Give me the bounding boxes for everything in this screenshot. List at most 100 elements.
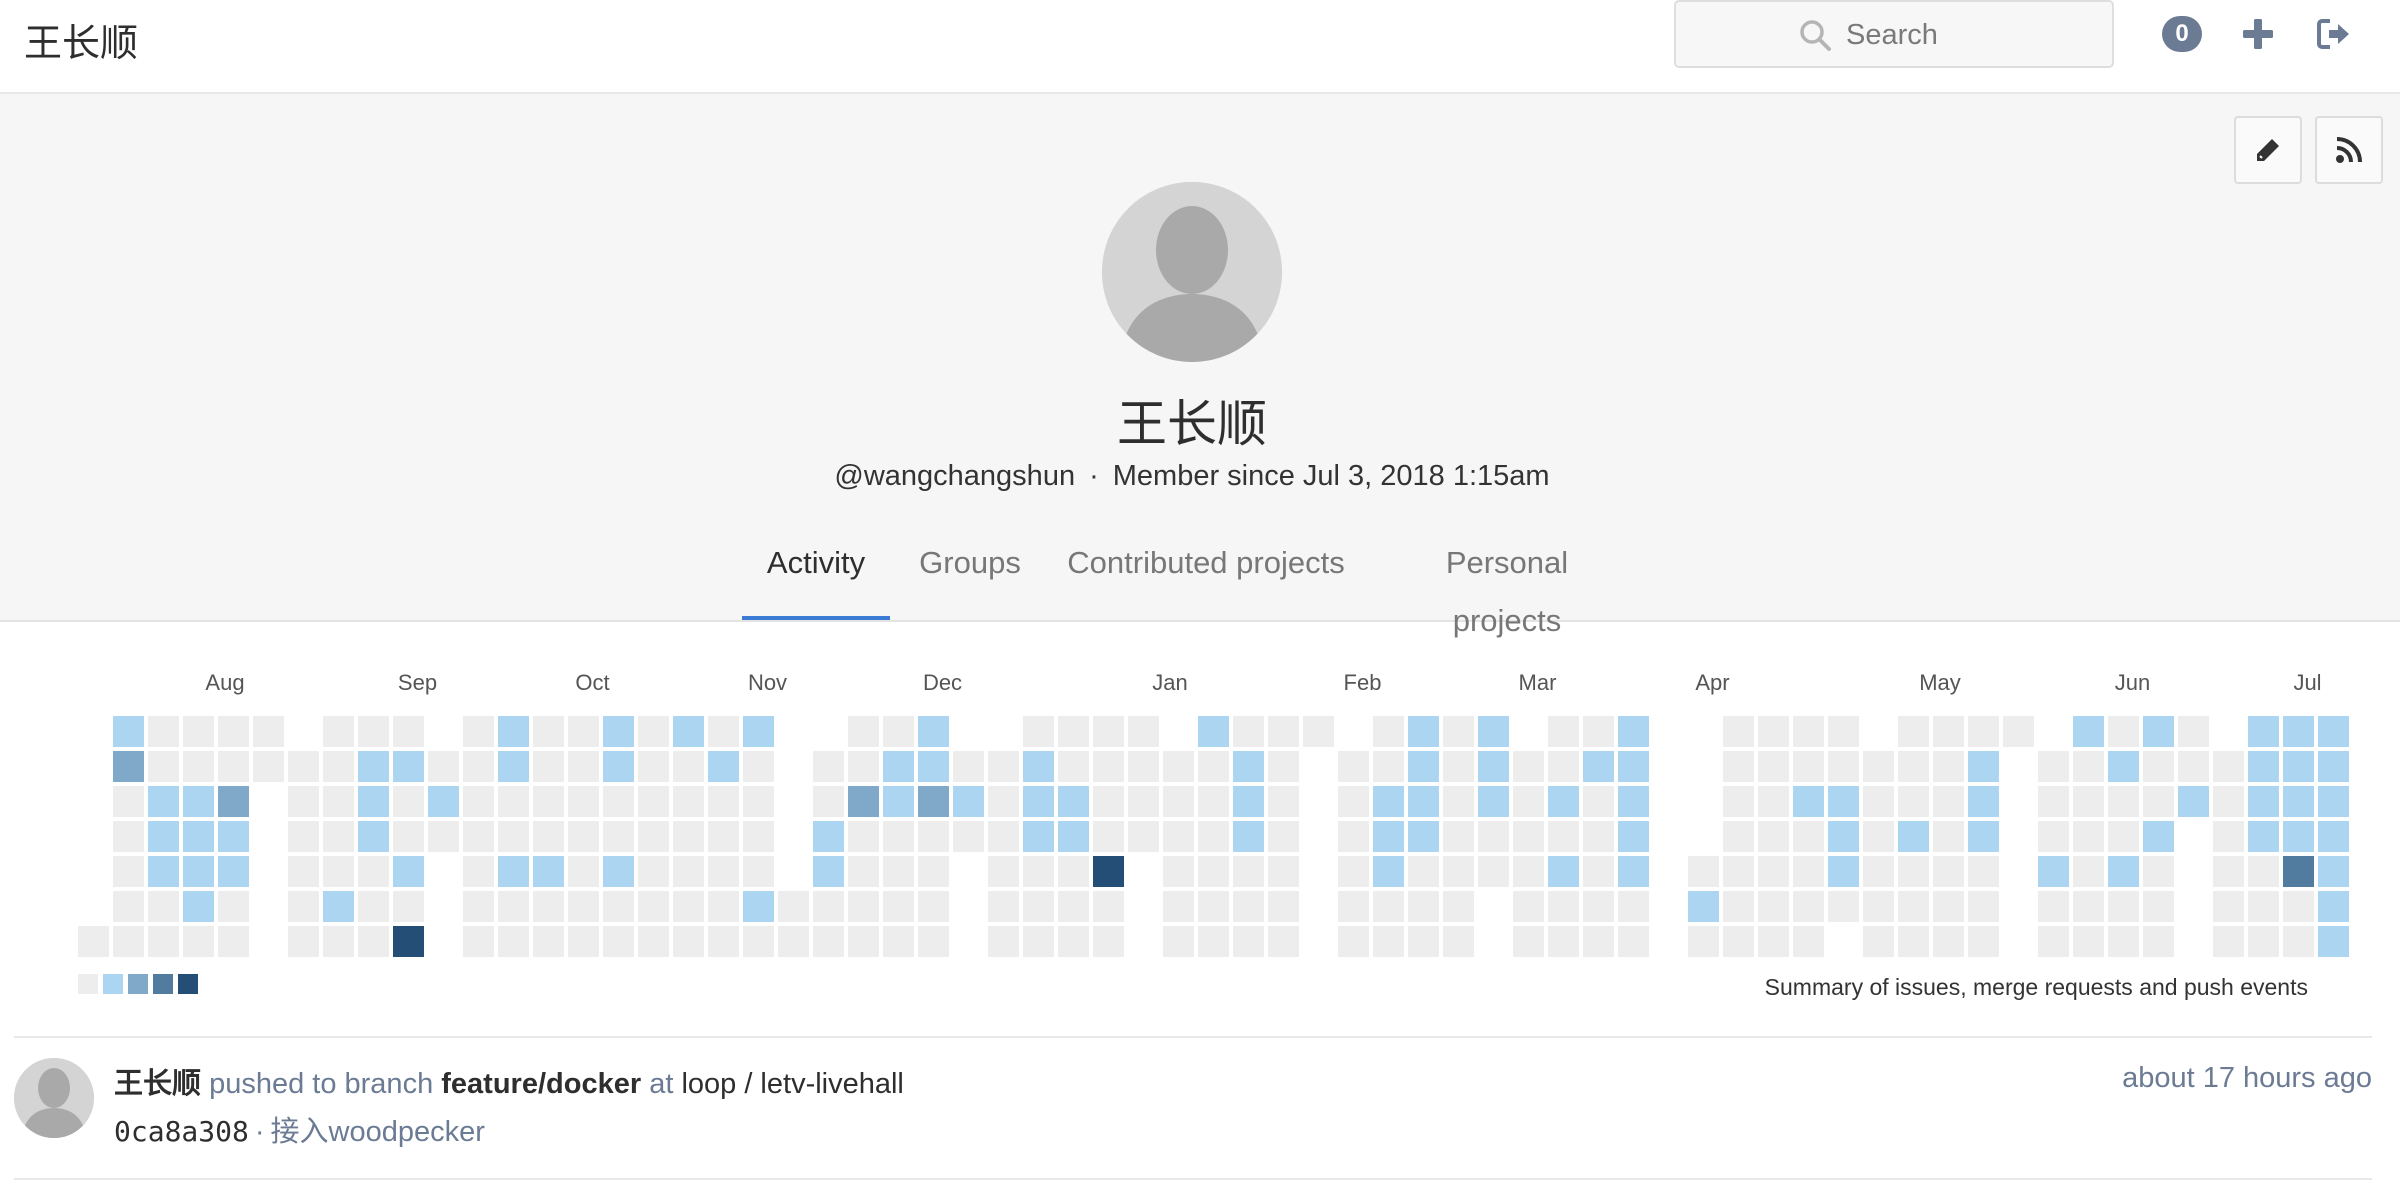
calendar-day-cell[interactable]: [463, 891, 494, 922]
calendar-day-cell[interactable]: [1128, 751, 1159, 782]
calendar-day-cell[interactable]: [498, 856, 529, 887]
calendar-day-cell[interactable]: [848, 891, 879, 922]
calendar-day-cell[interactable]: [2318, 821, 2349, 852]
calendar-day-cell[interactable]: [1443, 821, 1474, 852]
calendar-day-cell[interactable]: [1898, 751, 1929, 782]
calendar-day-cell[interactable]: [1478, 751, 1509, 782]
calendar-day-cell[interactable]: [2318, 856, 2349, 887]
calendar-day-cell[interactable]: [183, 786, 214, 817]
calendar-day-cell[interactable]: [1513, 821, 1544, 852]
calendar-day-cell[interactable]: [743, 786, 774, 817]
calendar-day-cell[interactable]: [1618, 751, 1649, 782]
calendar-day-cell[interactable]: [708, 856, 739, 887]
calendar-day-cell[interactable]: [1023, 891, 1054, 922]
calendar-day-cell[interactable]: [1758, 891, 1789, 922]
calendar-day-cell[interactable]: [1513, 926, 1544, 957]
calendar-day-cell[interactable]: [2073, 926, 2104, 957]
calendar-day-cell[interactable]: [2038, 751, 2069, 782]
calendar-day-cell[interactable]: [148, 926, 179, 957]
calendar-day-cell[interactable]: [2073, 856, 2104, 887]
calendar-day-cell[interactable]: [918, 716, 949, 747]
calendar-day-cell[interactable]: [1583, 856, 1614, 887]
calendar-day-cell[interactable]: [638, 751, 669, 782]
calendar-day-cell[interactable]: [1968, 891, 1999, 922]
calendar-day-cell[interactable]: [1828, 891, 1859, 922]
calendar-day-cell[interactable]: [1968, 821, 1999, 852]
calendar-day-cell[interactable]: [638, 856, 669, 887]
calendar-day-cell[interactable]: [1338, 856, 1369, 887]
calendar-day-cell[interactable]: [1163, 786, 1194, 817]
calendar-day-cell[interactable]: [2108, 716, 2139, 747]
calendar-day-cell[interactable]: [1268, 926, 1299, 957]
calendar-day-cell[interactable]: [1443, 891, 1474, 922]
calendar-day-cell[interactable]: [638, 821, 669, 852]
calendar-day-cell[interactable]: [1898, 786, 1929, 817]
calendar-day-cell[interactable]: [1583, 716, 1614, 747]
calendar-day-cell[interactable]: [2283, 926, 2314, 957]
calendar-day-cell[interactable]: [1268, 716, 1299, 747]
calendar-day-cell[interactable]: [1898, 821, 1929, 852]
calendar-day-cell[interactable]: [113, 751, 144, 782]
calendar-day-cell[interactable]: [1478, 821, 1509, 852]
calendar-day-cell[interactable]: [1478, 716, 1509, 747]
calendar-day-cell[interactable]: [708, 716, 739, 747]
calendar-day-cell[interactable]: [428, 821, 459, 852]
calendar-day-cell[interactable]: [848, 716, 879, 747]
calendar-day-cell[interactable]: [1058, 891, 1089, 922]
calendar-day-cell[interactable]: [1198, 751, 1229, 782]
calendar-day-cell[interactable]: [813, 821, 844, 852]
calendar-day-cell[interactable]: [1233, 821, 1264, 852]
calendar-day-cell[interactable]: [1863, 926, 1894, 957]
calendar-day-cell[interactable]: [183, 891, 214, 922]
search-box[interactable]: [1674, 0, 2114, 68]
calendar-day-cell[interactable]: [218, 926, 249, 957]
calendar-day-cell[interactable]: [218, 751, 249, 782]
calendar-day-cell[interactable]: [953, 786, 984, 817]
sign-out-icon[interactable]: [2316, 16, 2352, 52]
calendar-day-cell[interactable]: [1618, 856, 1649, 887]
calendar-day-cell[interactable]: [1828, 751, 1859, 782]
calendar-day-cell[interactable]: [148, 856, 179, 887]
calendar-day-cell[interactable]: [1618, 716, 1649, 747]
event-project[interactable]: loop / letv-livehall: [681, 1068, 903, 1100]
calendar-day-cell[interactable]: [1758, 856, 1789, 887]
calendar-day-cell[interactable]: [2248, 821, 2279, 852]
calendar-day-cell[interactable]: [1723, 856, 1754, 887]
calendar-day-cell[interactable]: [2248, 716, 2279, 747]
calendar-day-cell[interactable]: [1198, 926, 1229, 957]
calendar-day-cell[interactable]: [1583, 786, 1614, 817]
calendar-day-cell[interactable]: [1933, 891, 1964, 922]
calendar-day-cell[interactable]: [1758, 926, 1789, 957]
calendar-day-cell[interactable]: [848, 786, 879, 817]
calendar-day-cell[interactable]: [743, 821, 774, 852]
calendar-day-cell[interactable]: [1828, 786, 1859, 817]
calendar-day-cell[interactable]: [1688, 856, 1719, 887]
calendar-day-cell[interactable]: [1198, 716, 1229, 747]
calendar-day-cell[interactable]: [1443, 856, 1474, 887]
calendar-day-cell[interactable]: [533, 926, 564, 957]
calendar-day-cell[interactable]: [1793, 821, 1824, 852]
calendar-day-cell[interactable]: [2108, 821, 2139, 852]
calendar-day-cell[interactable]: [1443, 926, 1474, 957]
calendar-day-cell[interactable]: [708, 891, 739, 922]
calendar-day-cell[interactable]: [883, 786, 914, 817]
calendar-day-cell[interactable]: [2283, 751, 2314, 782]
calendar-day-cell[interactable]: [2003, 716, 2034, 747]
calendar-day-cell[interactable]: [568, 716, 599, 747]
calendar-day-cell[interactable]: [323, 821, 354, 852]
calendar-day-cell[interactable]: [1443, 786, 1474, 817]
calendar-day-cell[interactable]: [533, 751, 564, 782]
calendar-day-cell[interactable]: [1968, 856, 1999, 887]
calendar-day-cell[interactable]: [2283, 786, 2314, 817]
calendar-day-cell[interactable]: [113, 786, 144, 817]
calendar-day-cell[interactable]: [1058, 856, 1089, 887]
calendar-day-cell[interactable]: [1268, 786, 1299, 817]
calendar-day-cell[interactable]: [1723, 891, 1754, 922]
calendar-day-cell[interactable]: [1163, 856, 1194, 887]
calendar-day-cell[interactable]: [883, 821, 914, 852]
calendar-day-cell[interactable]: [218, 821, 249, 852]
calendar-day-cell[interactable]: [393, 926, 424, 957]
calendar-day-cell[interactable]: [638, 716, 669, 747]
calendar-day-cell[interactable]: [323, 926, 354, 957]
calendar-day-cell[interactable]: [1793, 716, 1824, 747]
